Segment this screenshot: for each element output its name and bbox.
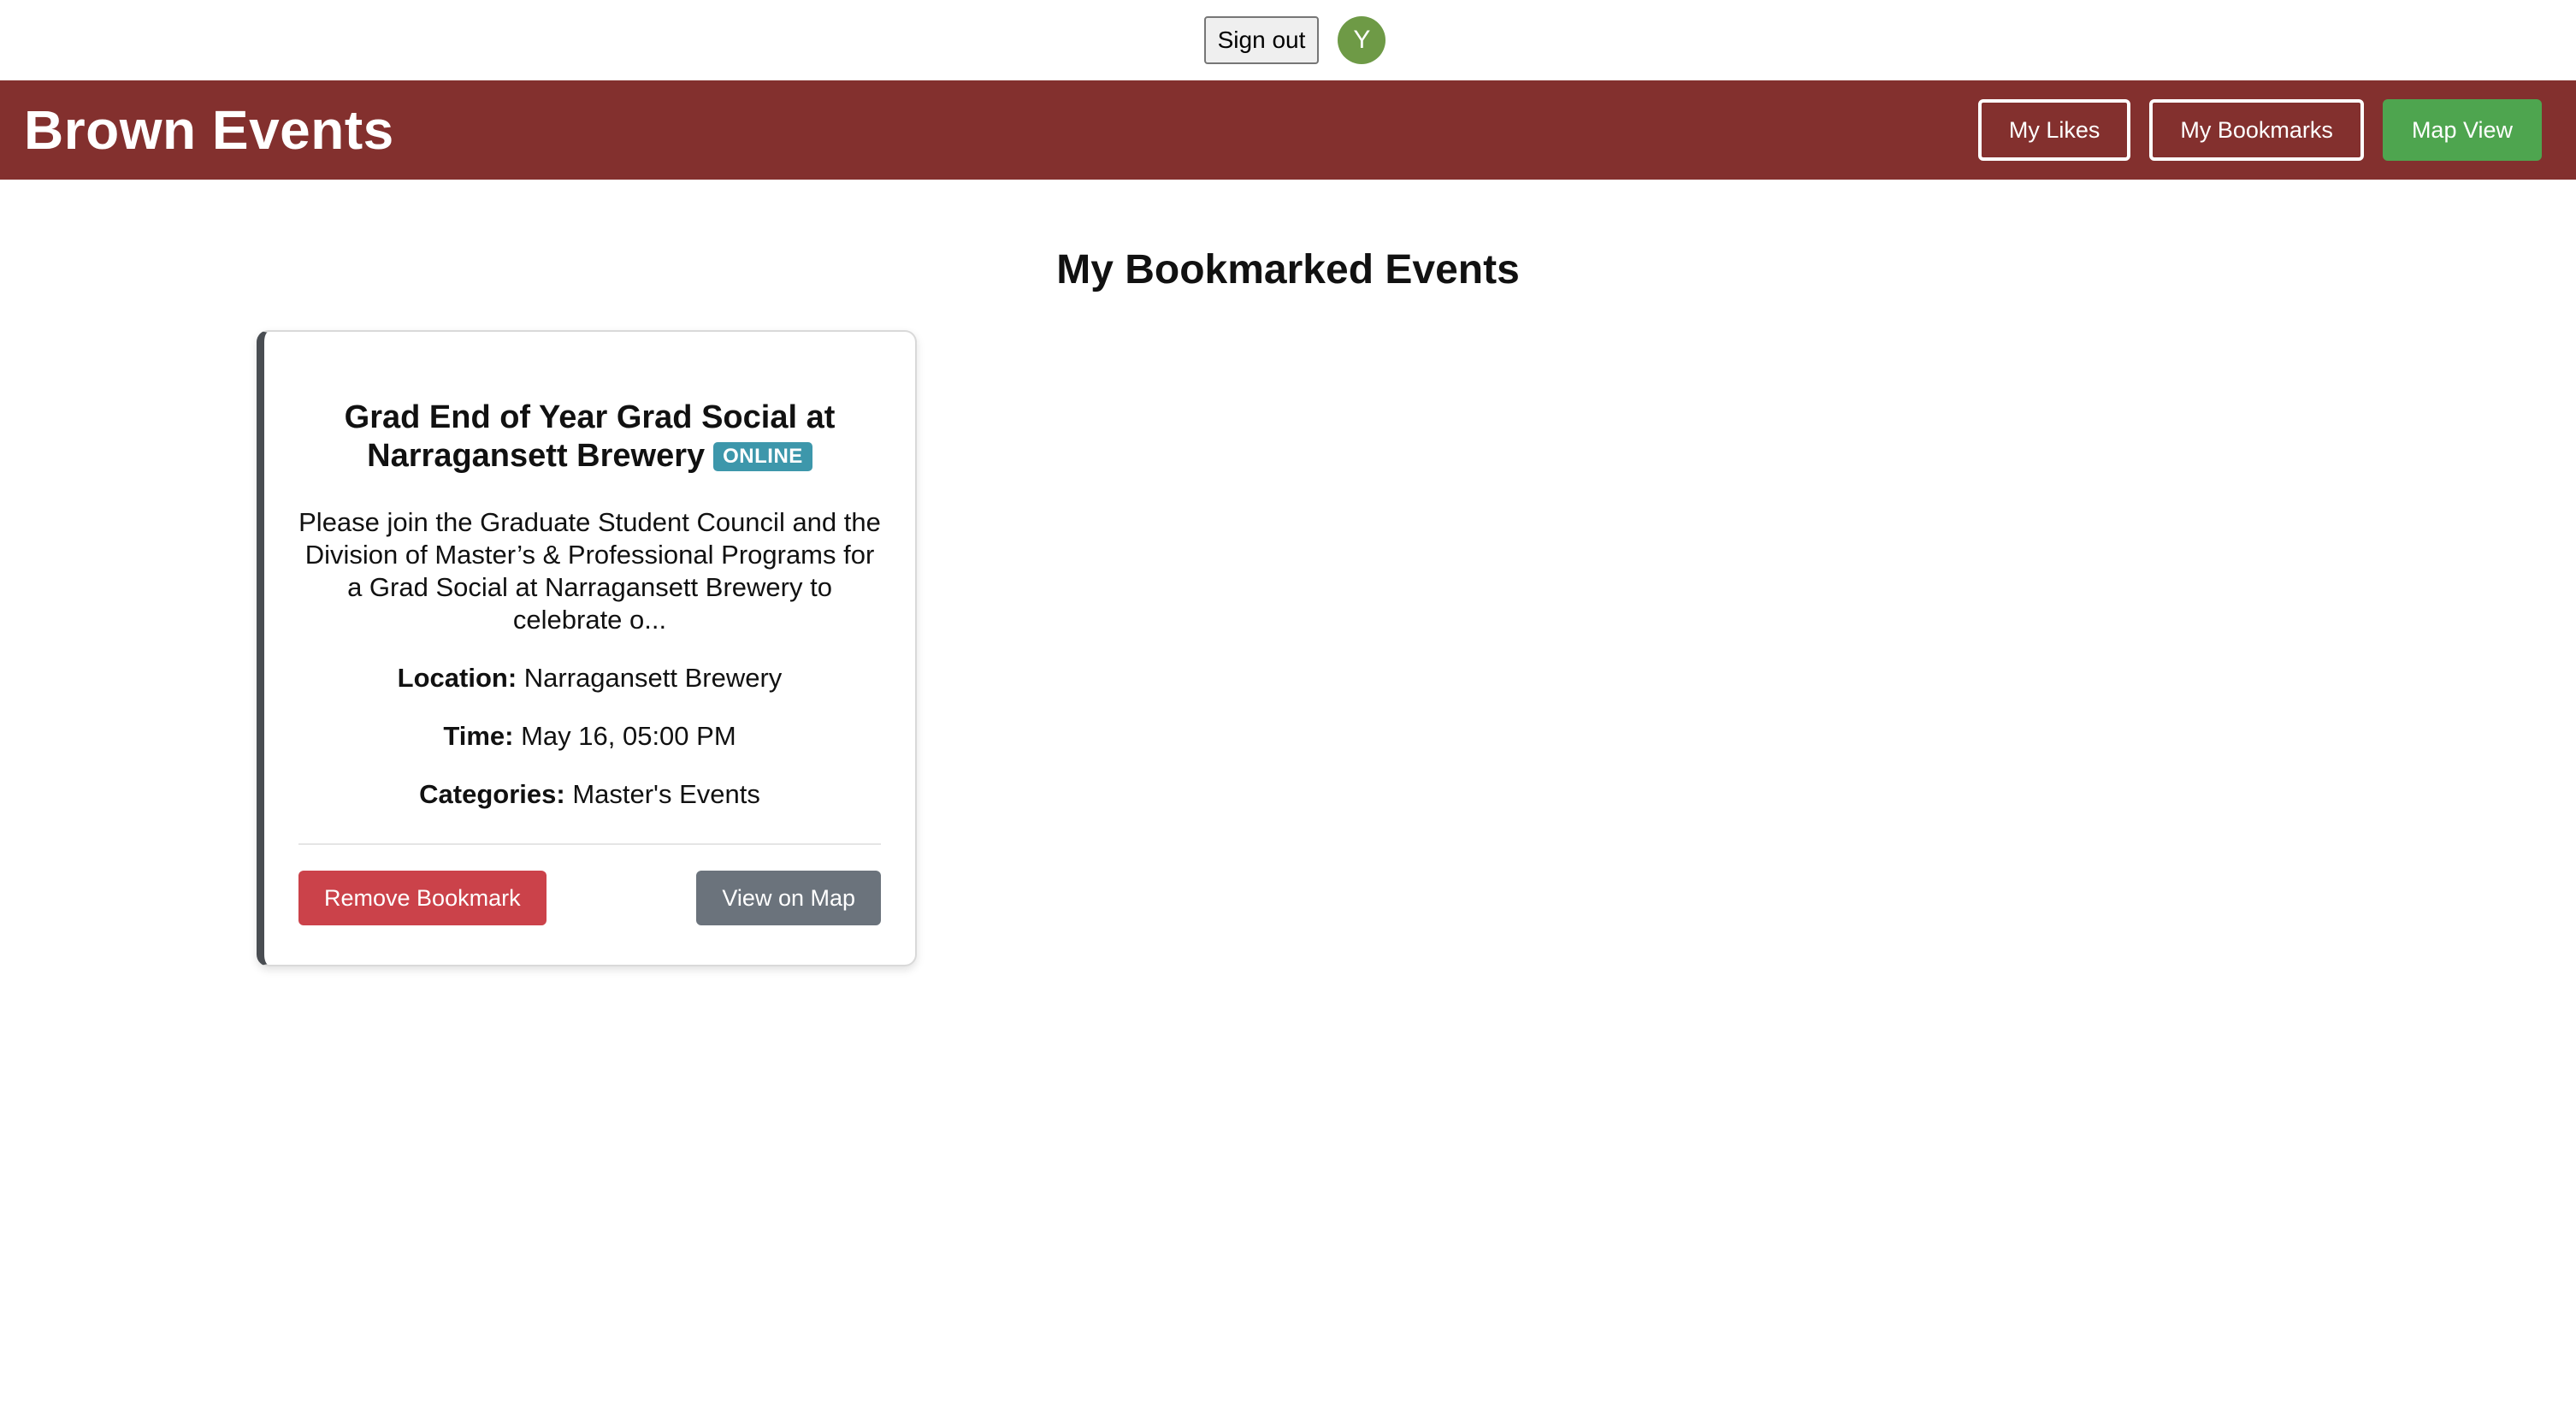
- brand-title[interactable]: Brown Events: [24, 98, 1978, 162]
- top-bar: Sign out Y: [0, 0, 2576, 80]
- event-description: Please join the Graduate Student Council…: [298, 507, 881, 635]
- event-categories: Categories: Master's Events: [298, 778, 881, 811]
- my-likes-button[interactable]: My Likes: [1977, 99, 2131, 161]
- card-actions: Remove Bookmark View on Map: [298, 871, 881, 925]
- nav-actions: My Likes My Bookmarks Map View: [1977, 99, 2542, 161]
- avatar[interactable]: Y: [1338, 16, 1386, 64]
- event-card: Grad End of Year Grad Social at Narragan…: [257, 330, 917, 966]
- card-divider: [298, 843, 881, 845]
- categories-value: Master's Events: [572, 779, 760, 809]
- location-value: Narragansett Brewery: [523, 663, 783, 693]
- event-time: Time: May 16, 05:00 PM: [298, 720, 881, 753]
- page-title: My Bookmarked Events: [1056, 247, 1520, 292]
- navbar: Brown Events My Likes My Bookmarks Map V…: [0, 80, 2576, 180]
- categories-label: Categories:: [419, 779, 565, 809]
- time-value: May 16, 05:00 PM: [521, 721, 736, 751]
- online-badge: ONLINE: [713, 442, 812, 471]
- remove-bookmark-button[interactable]: Remove Bookmark: [298, 871, 547, 925]
- view-on-map-button[interactable]: View on Map: [696, 871, 881, 925]
- map-view-button[interactable]: Map View: [2382, 99, 2542, 161]
- event-title: Grad End of Year Grad Social at Narragan…: [298, 399, 881, 476]
- event-location: Location: Narragansett Brewery: [298, 662, 881, 694]
- location-label: Location:: [397, 663, 517, 693]
- sign-out-button[interactable]: Sign out: [1203, 16, 1320, 64]
- my-bookmarks-button[interactable]: My Bookmarks: [2149, 99, 2364, 161]
- time-label: Time:: [443, 721, 514, 751]
